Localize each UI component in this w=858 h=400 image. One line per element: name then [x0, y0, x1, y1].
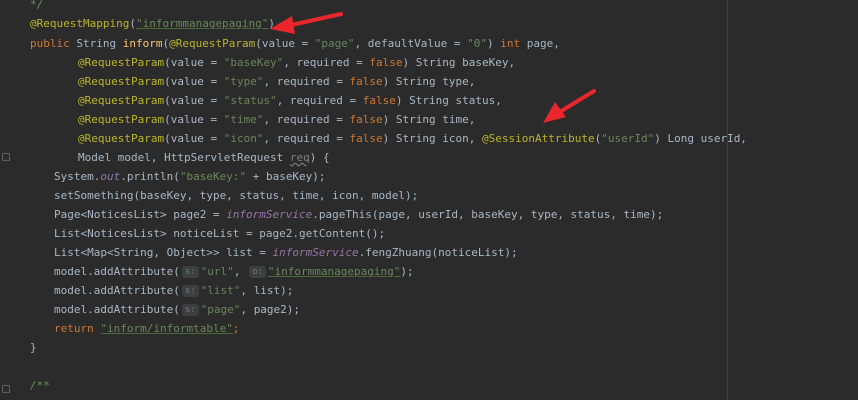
- red-arrow-icon: [270, 12, 343, 34]
- code-editor[interactable]: */ @RequestMapping("informmanagepaging")…: [0, 0, 858, 400]
- annotation-arrows: [270, 12, 596, 123]
- red-arrow-icon: [543, 89, 596, 123]
